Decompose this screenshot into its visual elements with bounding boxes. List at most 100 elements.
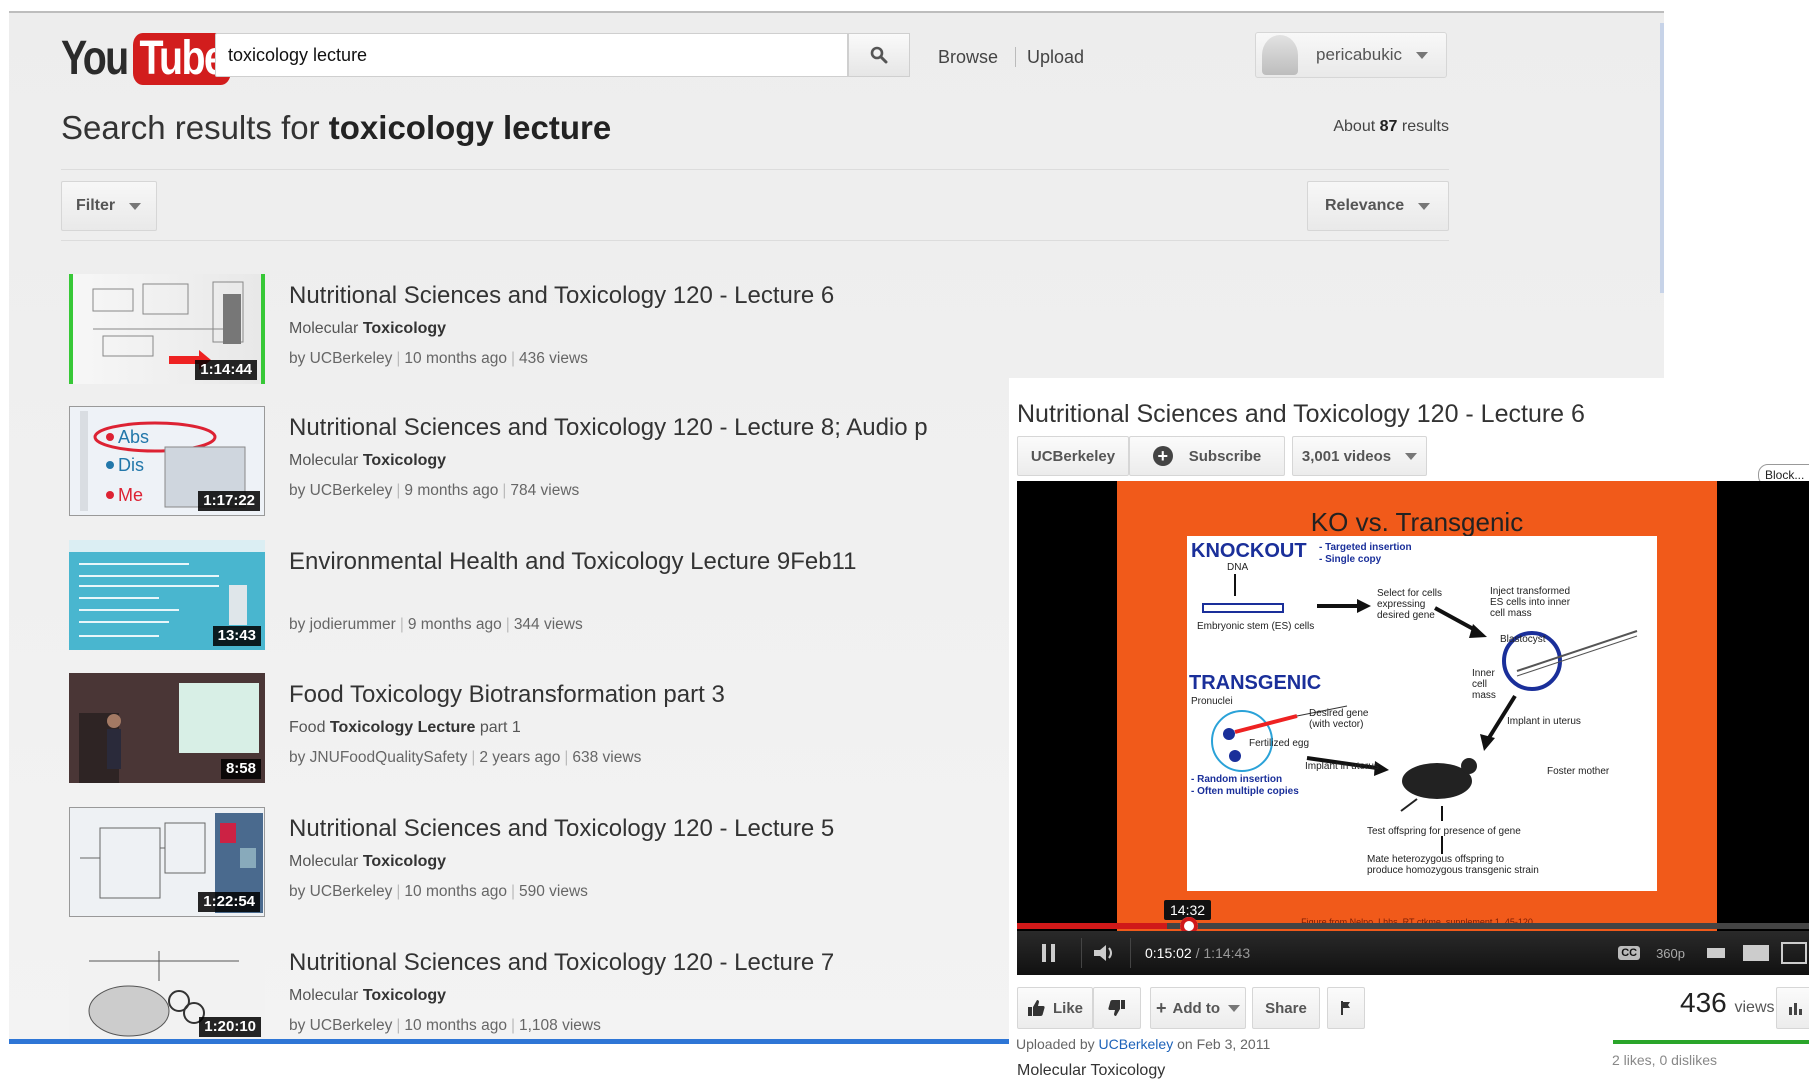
video-duration: 1:22:54 bbox=[198, 892, 260, 912]
scrollbar[interactable] bbox=[1660, 23, 1664, 293]
sort-button[interactable]: Relevance bbox=[1307, 181, 1449, 231]
divider bbox=[61, 169, 1449, 170]
video-thumbnail[interactable]: 1:14:44 bbox=[69, 274, 265, 384]
video-thumbnail[interactable]: 8:58 bbox=[69, 673, 265, 783]
video-title-link[interactable]: Nutritional Sciences and Toxicology 120 … bbox=[289, 282, 834, 310]
video-title-link[interactable]: Nutritional Sciences and Toxicology 120 … bbox=[289, 414, 928, 442]
slide-text: Inner cell mass bbox=[1472, 668, 1496, 701]
list-item[interactable]: 1:20:10 Nutritional Sciences and Toxicol… bbox=[69, 941, 969, 1044]
video-title: Nutritional Sciences and Toxicology 120 … bbox=[1017, 400, 1585, 428]
time-separator: / bbox=[1191, 945, 1204, 961]
video-duration: 1:17:22 bbox=[198, 491, 260, 511]
slide-text: Mate heterozygous offspring to produce h… bbox=[1367, 854, 1539, 876]
desc-text: Molecular bbox=[289, 452, 363, 469]
flag-icon bbox=[1341, 1001, 1350, 1015]
search-input[interactable]: toxicology lecture bbox=[215, 33, 848, 77]
like-button[interactable]: Like bbox=[1017, 987, 1093, 1029]
channel-link[interactable]: by UCBerkeley bbox=[289, 350, 392, 367]
subscribe-button[interactable]: + Subscribe bbox=[1129, 436, 1285, 476]
avatar bbox=[1262, 35, 1298, 75]
meta-separator: | bbox=[505, 616, 510, 633]
channel-link[interactable]: by UCBerkeley bbox=[289, 883, 392, 900]
channel-link[interactable]: by JNUFoodQualitySafety bbox=[289, 749, 467, 766]
video-title-link[interactable]: Nutritional Sciences and Toxicology 120 … bbox=[289, 949, 834, 977]
username: pericabukic bbox=[1316, 45, 1402, 64]
video-thumbnail[interactable]: 1:20:10 bbox=[69, 941, 265, 1041]
large-player-icon[interactable] bbox=[1743, 945, 1769, 961]
player-controls: 0:15:02 / 1:14:43 CC 360p bbox=[1017, 931, 1809, 975]
view-count: 590 views bbox=[518, 883, 588, 900]
slide-text: Implant in uterus bbox=[1507, 716, 1581, 727]
svg-text:Me: Me bbox=[118, 485, 143, 505]
videos-dropdown[interactable]: 3,001 videos bbox=[1292, 436, 1427, 476]
heading-prefix: Search results for bbox=[61, 109, 329, 146]
add-to-label: Add to bbox=[1172, 999, 1220, 1017]
knockout-label: KNOCKOUT bbox=[1191, 540, 1307, 562]
desc-highlight: Toxicology bbox=[362, 987, 447, 1004]
video-player[interactable]: KO vs. Transgenic KNOCKOUT - Targeted in… bbox=[1017, 481, 1809, 938]
volume-icon[interactable] bbox=[1082, 944, 1130, 962]
search-button[interactable] bbox=[848, 33, 910, 77]
stats-button[interactable] bbox=[1776, 987, 1809, 1029]
filter-button[interactable]: Filter bbox=[61, 181, 157, 231]
user-menu-button[interactable]: pericabukic bbox=[1255, 32, 1447, 78]
upload-date: on Feb 3, 2011 bbox=[1173, 1036, 1271, 1052]
fullscreen-icon[interactable] bbox=[1781, 942, 1807, 964]
channel-link[interactable]: by jodierummer bbox=[289, 616, 396, 633]
pause-icon[interactable] bbox=[1017, 944, 1081, 962]
video-meta: by JNUFoodQualitySafety | 2 years ago | 638 … bbox=[289, 749, 641, 767]
slide-text: Foster mother bbox=[1547, 766, 1610, 777]
slide-text: Pronuclei bbox=[1191, 696, 1233, 707]
view-count: 436 views bbox=[1680, 987, 1775, 1019]
video-title-link[interactable]: Environmental Health and Toxicology Lect… bbox=[289, 548, 856, 576]
divider bbox=[1130, 938, 1131, 968]
channel-link[interactable]: by UCBerkeley bbox=[289, 1017, 392, 1034]
list-item[interactable]: 8:58 Food Toxicology Biotransformation p… bbox=[69, 673, 969, 783]
share-button[interactable]: Share bbox=[1252, 987, 1320, 1029]
view-count: 784 views bbox=[510, 482, 580, 499]
uploader-link[interactable]: UCBerkeley bbox=[1099, 1036, 1174, 1052]
chevron-down-icon bbox=[129, 202, 142, 210]
chevron-down-icon bbox=[1416, 51, 1428, 59]
slide-text: Fertilized egg bbox=[1249, 738, 1310, 749]
video-description: Food Toxicology Lecture part 1 bbox=[289, 719, 521, 737]
views-word: views bbox=[1734, 999, 1775, 1016]
count-number: 87 bbox=[1379, 118, 1398, 135]
captions-icon[interactable]: CC bbox=[1618, 946, 1641, 960]
desc-text: Food bbox=[289, 719, 330, 736]
list-item[interactable]: 1:14:44 Nutritional Sciences and Toxicol… bbox=[69, 274, 969, 384]
video-title-link[interactable]: Nutritional Sciences and Toxicology 120 … bbox=[289, 815, 834, 843]
seek-bar[interactable] bbox=[1017, 923, 1809, 929]
add-to-button[interactable]: + Add to bbox=[1150, 987, 1246, 1029]
video-title-link[interactable]: Food Toxicology Biotransformation part 3 bbox=[289, 681, 725, 709]
search-icon bbox=[870, 46, 888, 64]
slide-text: Embryonic stem (ES) cells bbox=[1197, 621, 1315, 632]
meta-separator: | bbox=[399, 616, 404, 633]
video-description: Molecular Toxicology bbox=[1017, 1062, 1166, 1079]
video-meta: by UCBerkeley | 9 months ago | 784 views bbox=[289, 482, 579, 500]
video-duration: 1:20:10 bbox=[199, 1017, 261, 1037]
window-top-border bbox=[9, 11, 1664, 13]
sort-label: Relevance bbox=[1325, 197, 1405, 214]
video-thumbnail[interactable]: 13:43 bbox=[69, 540, 265, 650]
channel-link[interactable]: by UCBerkeley bbox=[289, 482, 392, 499]
list-item[interactable]: 1:22:54 Nutritional Sciences and Toxicol… bbox=[69, 807, 969, 917]
slide-text: Inject transformed ES cells into inner c… bbox=[1490, 586, 1571, 619]
video-thumbnail[interactable]: Abs Dis Me 1:17:22 bbox=[69, 406, 265, 516]
list-item[interactable]: Abs Dis Me 1:17:22 Nutritional Sciences an… bbox=[69, 406, 969, 516]
video-meta: by UCBerkeley | 10 months ago | 436 views bbox=[289, 350, 588, 368]
quality-button[interactable]: 360p bbox=[1656, 946, 1685, 961]
browse-link[interactable]: Browse bbox=[938, 47, 998, 68]
list-item[interactable]: 13:43 Environmental Health and Toxicolog… bbox=[69, 540, 969, 650]
flag-button[interactable] bbox=[1327, 987, 1365, 1029]
desc-highlight: Toxicology bbox=[362, 320, 447, 337]
video-thumbnail[interactable]: 1:22:54 bbox=[69, 807, 265, 917]
slide-text: Select for cells expressing desired gene bbox=[1377, 588, 1443, 621]
view-count: 1,108 views bbox=[518, 1017, 601, 1034]
meta-separator: | bbox=[396, 482, 401, 499]
dislike-button[interactable] bbox=[1093, 987, 1141, 1029]
divider bbox=[61, 240, 1449, 241]
channel-button[interactable]: UCBerkeley bbox=[1017, 436, 1129, 476]
small-player-icon[interactable] bbox=[1707, 948, 1725, 958]
upload-link[interactable]: Upload bbox=[1027, 47, 1084, 68]
